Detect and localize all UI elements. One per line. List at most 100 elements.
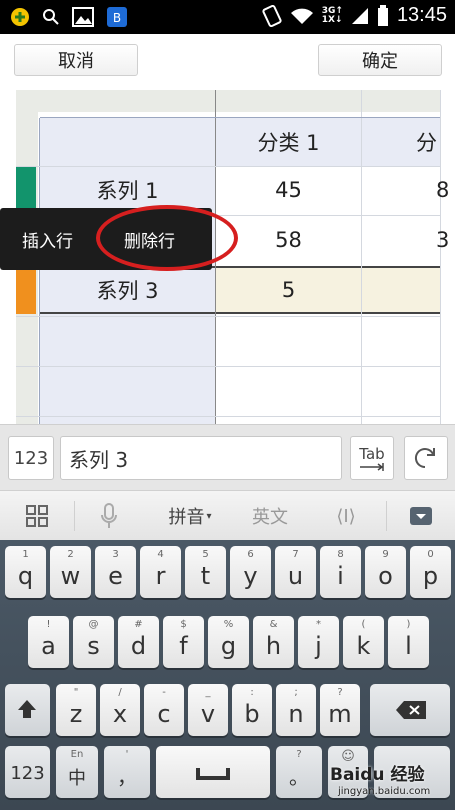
key-label: o	[378, 562, 393, 590]
key-label: m	[328, 700, 352, 728]
key-label: q	[17, 562, 34, 590]
cursor-control-button[interactable]: ⟨I⟩	[316, 491, 376, 541]
key-v[interactable]: _ v	[188, 684, 228, 736]
key-sub-label: ?	[296, 749, 302, 760]
key-f[interactable]: $ f	[163, 616, 204, 668]
key-p[interactable]: 0p	[410, 546, 451, 598]
voice-input-button[interactable]	[84, 491, 134, 541]
key-label: v	[200, 700, 216, 728]
key-sub-label: '	[125, 749, 129, 760]
key-label: r	[155, 562, 166, 590]
space-bar-icon	[196, 768, 230, 780]
key-m[interactable]: ? m	[320, 684, 360, 736]
key-u[interactable]: 7u	[275, 546, 316, 598]
key-y[interactable]: 6y	[230, 546, 271, 598]
key-label: x	[112, 700, 128, 728]
key-w[interactable]: 2w	[50, 546, 91, 598]
shift-key[interactable]	[5, 684, 50, 736]
search-icon	[43, 9, 59, 25]
key-h[interactable]: & h	[253, 616, 294, 668]
watermark-url: jingyan.baidu.com	[338, 786, 431, 797]
column-header-strip	[16, 90, 440, 112]
key-j[interactable]: * j	[298, 616, 339, 668]
space-key[interactable]	[156, 746, 270, 798]
insert-row-option[interactable]: 插入行	[0, 208, 100, 270]
comma-key[interactable]: ' ，	[104, 746, 150, 798]
key-a[interactable]: ! a	[28, 616, 69, 668]
key-label: f	[179, 632, 188, 660]
key-sub-label: *	[316, 619, 321, 630]
backspace-icon	[396, 701, 426, 719]
tab-button[interactable]: Tab	[350, 436, 394, 480]
key-label: ，	[117, 765, 137, 789]
key-g[interactable]: % g	[208, 616, 249, 668]
signal-icon	[351, 7, 368, 24]
highlight-circle	[96, 205, 238, 271]
watermark: Baidu 经验	[330, 765, 425, 785]
key-l[interactable]: ) l	[388, 616, 429, 668]
key-sub-label: 5	[202, 549, 209, 560]
tab-label: Tab	[359, 445, 385, 463]
key-b[interactable]: :b	[232, 684, 272, 736]
key-r[interactable]: 4r	[140, 546, 181, 598]
key-q[interactable]: 1q	[5, 546, 46, 598]
key-label: l	[405, 632, 412, 660]
key-o[interactable]: 9o	[365, 546, 406, 598]
key-sub-label: -	[162, 687, 166, 698]
key-sub-label: %	[223, 619, 234, 630]
key-s[interactable]: @ s	[73, 616, 114, 668]
toolbar-divider	[74, 501, 75, 531]
row-label-cell[interactable]: 系列 3	[40, 266, 215, 314]
english-mode-button[interactable]: 英文	[238, 491, 302, 541]
header-cell[interactable]: 分类 1	[216, 118, 361, 166]
key-sub-label: 1	[22, 549, 29, 560]
key-x[interactable]: / x	[100, 684, 140, 736]
cell-text-field[interactable]: 系列 3	[60, 436, 342, 480]
key-label: g	[220, 632, 237, 660]
key-label: i	[337, 562, 344, 590]
series-1-color	[16, 166, 36, 214]
numeric-mode-button[interactable]: 123	[8, 436, 54, 480]
language-switch-key[interactable]: En 中	[56, 746, 98, 798]
key-label: a	[41, 632, 56, 660]
microphone-icon	[101, 503, 117, 528]
confirm-button[interactable]: 确定	[318, 44, 442, 76]
wifi-icon	[290, 8, 313, 24]
header-cell[interactable]: 分	[362, 118, 455, 166]
key-sub-label: 7	[292, 549, 299, 560]
key-e[interactable]: 3e	[95, 546, 136, 598]
key-n[interactable]: ; n	[276, 684, 316, 736]
key-sub-label: #	[134, 619, 143, 630]
value-cell[interactable]: 45	[216, 166, 361, 214]
redo-icon	[414, 448, 435, 469]
pinyin-mode-button[interactable]: 拼音 ▾	[150, 491, 230, 541]
key-sub-label: ;	[294, 687, 298, 698]
period-key[interactable]: ? 。	[276, 746, 322, 798]
key-label: y	[243, 562, 258, 590]
key-d[interactable]: # d	[118, 616, 159, 668]
shift-arrow-icon	[18, 700, 36, 718]
key-label: n	[288, 700, 304, 728]
layout-grid-button[interactable]	[12, 491, 62, 541]
key-k[interactable]: (k	[343, 616, 384, 668]
value-cell[interactable]: 8	[362, 166, 455, 214]
key-sub-label: 9	[382, 549, 389, 560]
key-sub-label: $	[180, 619, 187, 630]
value-cell[interactable]: 3	[362, 216, 455, 264]
key-label: t	[200, 562, 211, 590]
cancel-button[interactable]: 取消	[14, 44, 138, 76]
numeric-keyboard-key[interactable]: 123	[5, 746, 50, 798]
soft-keyboard: 123 En 中 ' ， ? 。 ☺ Baidu 经验 jingyan.baid…	[0, 540, 455, 810]
backspace-key[interactable]	[370, 684, 450, 736]
key-i[interactable]: 8i	[320, 546, 361, 598]
redo-button[interactable]	[404, 436, 448, 480]
hide-keyboard-button[interactable]	[396, 491, 446, 541]
key-label: w	[60, 562, 81, 590]
key-sub-label: _	[205, 687, 211, 698]
key-c[interactable]: -c	[144, 684, 184, 736]
app-badge-icon: B	[107, 7, 127, 27]
key-t[interactable]: 5t	[185, 546, 226, 598]
key-sub-label: 6	[247, 549, 254, 560]
value-cell[interactable]: 5	[216, 266, 361, 314]
key-z[interactable]: " z	[56, 684, 96, 736]
